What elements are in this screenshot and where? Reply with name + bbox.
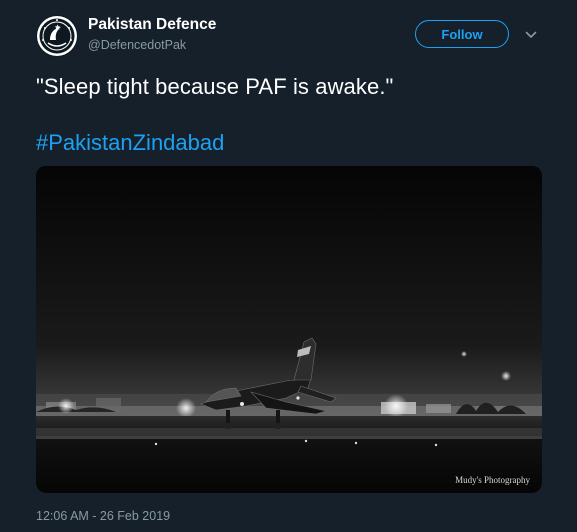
follow-button[interactable]: Follow: [415, 20, 509, 48]
fighter-jet-photo: [36, 166, 542, 493]
author-handle[interactable]: @DefencedotPak: [88, 38, 186, 52]
photo-watermark: Mudy's Photography: [455, 475, 530, 485]
chevron-down-icon[interactable]: [524, 28, 538, 42]
author-display-name[interactable]: Pakistan Defence: [88, 16, 216, 34]
tweet-timestamp[interactable]: 12:06 AM - 26 Feb 2019: [36, 509, 170, 523]
tweet-photo[interactable]: Mudy's Photography: [36, 166, 542, 493]
hashtag-link[interactable]: #PakistanZindabad: [36, 130, 224, 156]
tweet-text: "Sleep tight because PAF is awake.": [36, 74, 394, 99]
tweet-card: Pakistan Defence @DefencedotPak Follow "…: [0, 0, 577, 532]
emblem-avatar-icon[interactable]: [36, 15, 78, 57]
